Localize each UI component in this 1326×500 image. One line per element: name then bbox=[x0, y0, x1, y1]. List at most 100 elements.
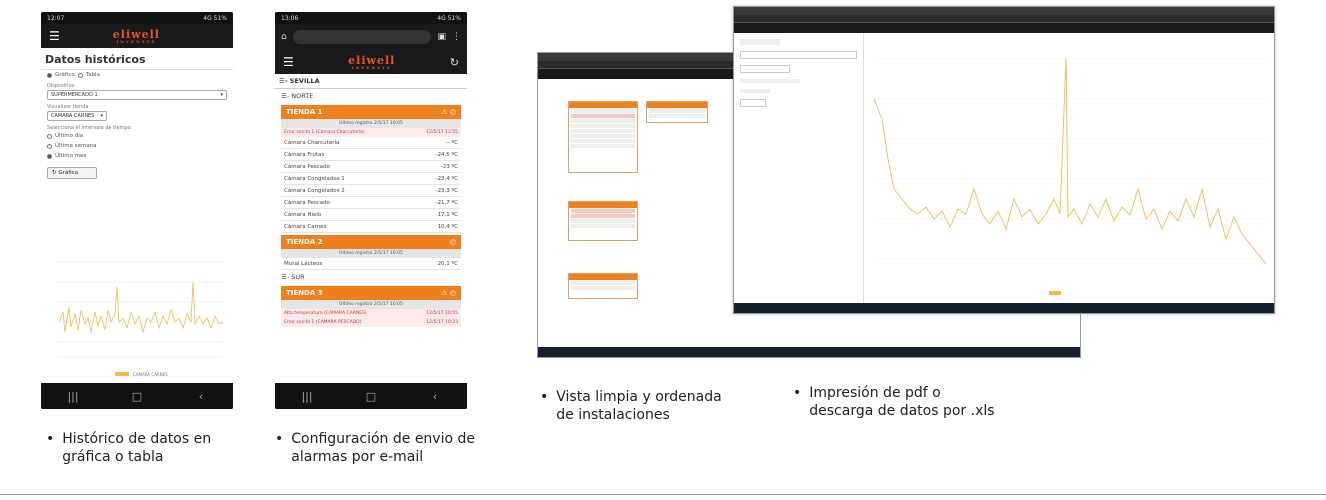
camera-row: Cámara Congelados 1 -23,4 ºC bbox=[281, 173, 461, 185]
caption-installations: • Vista limpia y ordenada de instalacion… bbox=[540, 388, 722, 424]
tile-alarm-line bbox=[571, 114, 635, 118]
clock-icon: ◴ bbox=[449, 238, 456, 246]
alarm-row: Alta temperatura (CAMARA CARNES) 12/5/17… bbox=[281, 309, 461, 318]
caption-export: • Impresión de pdf o descarga de datos p… bbox=[793, 384, 995, 420]
windows-taskbar bbox=[538, 347, 1080, 357]
store-header-2[interactable]: TIENDA 2 ◴ bbox=[281, 235, 461, 249]
probe-select[interactable] bbox=[740, 65, 790, 73]
store-last-record: Último registro 2/5/17 10:05 bbox=[281, 119, 461, 128]
installation-tile[interactable] bbox=[568, 273, 638, 299]
device-select-value: SUPERMERCADO 1 bbox=[51, 92, 98, 98]
bullet: • bbox=[540, 389, 549, 405]
tile-line bbox=[571, 219, 635, 223]
status-bar: 12:07 4G 51% bbox=[41, 12, 233, 24]
home-icon[interactable]: □ bbox=[356, 390, 386, 403]
chart-button[interactable]: ↻ Gráfico bbox=[47, 167, 97, 179]
eliwell-logo: eliwell INVENSYS bbox=[112, 27, 160, 44]
refresh-icon[interactable]: ↻ bbox=[450, 56, 459, 69]
installation-tile[interactable] bbox=[568, 101, 638, 173]
phone-alarms-screenshot: 13:06 4G 51% ⌂ ▣ ⋮ ☰ eliwell INVENSYS ↻ ☰… bbox=[275, 12, 467, 409]
radio-tabla[interactable] bbox=[77, 72, 83, 78]
home-icon[interactable]: ⌂ bbox=[281, 32, 287, 42]
interval-option-month[interactable]: Último mes bbox=[41, 151, 233, 161]
region-header: ☰- SEVILLA bbox=[275, 74, 467, 89]
device-select[interactable]: SUPERMERCADO 1 ▾ bbox=[47, 90, 227, 100]
chart-grid bbox=[874, 58, 1269, 260]
menu-icon[interactable]: ☰ bbox=[283, 55, 294, 69]
filter-line bbox=[740, 39, 780, 45]
status-signal: 4G 51% bbox=[437, 14, 461, 22]
menu-icon[interactable]: ☰ bbox=[49, 29, 60, 43]
caption-line: Histórico de datos en bbox=[62, 431, 212, 447]
chart-legend-swatch bbox=[115, 372, 129, 376]
url-field[interactable] bbox=[292, 30, 432, 44]
home-icon[interactable]: □ bbox=[122, 390, 152, 403]
device-select[interactable] bbox=[740, 51, 857, 59]
alarm-text: Error sonda 1 (Cámara Charcutería) bbox=[284, 130, 365, 135]
camera-value: 17,1 ºC bbox=[437, 211, 458, 218]
camera-row: Cámara Carnes 10,4 ºC bbox=[281, 221, 461, 233]
caption-alarms: • Configuración de envio de alarmas por … bbox=[275, 430, 475, 466]
camera-row: Cámara Frutas -24,5 ºC bbox=[281, 149, 461, 161]
tile-header bbox=[569, 274, 637, 280]
tile-alarm-line bbox=[571, 209, 635, 213]
radio-grafico[interactable] bbox=[47, 72, 52, 78]
alarm-text: Error sonda 1 (CAMARA PESCADO) bbox=[284, 320, 362, 325]
bottom-divider bbox=[0, 494, 1326, 495]
camera-value: 10,4 ºC bbox=[437, 223, 458, 230]
recent-apps-icon[interactable]: ||| bbox=[58, 390, 88, 403]
tabs-icon[interactable]: ▣ bbox=[437, 32, 446, 42]
camera-name: Cámara Pescado bbox=[284, 199, 330, 206]
caption-line: Configuración de envio de bbox=[291, 431, 475, 447]
bullet: • bbox=[46, 431, 55, 447]
refresh-icon: ↻ bbox=[52, 170, 57, 176]
radio-icon bbox=[47, 143, 52, 149]
chart-button-label: Gráfico bbox=[58, 170, 79, 176]
list-icon: ☰- bbox=[281, 92, 290, 100]
app-topbar: ☰ eliwell INVENSYS ↻ bbox=[275, 50, 467, 74]
camera-row: Cámara Pescado -23 ºC bbox=[281, 161, 461, 173]
tile-line bbox=[571, 124, 635, 128]
camera-name: Cámara Frutas bbox=[284, 151, 325, 158]
camera-row: Cámara Congelados 2 -23,3 ºC bbox=[281, 185, 461, 197]
bullet: • bbox=[793, 385, 802, 401]
zone-name: NORTE bbox=[291, 92, 314, 100]
phone-screen: ⌂ ▣ ⋮ ☰ eliwell INVENSYS ↻ ☰- SEVILLA ☰- … bbox=[275, 24, 467, 383]
store-last-record: Último registro 2/5/17 10:05 bbox=[281, 249, 461, 258]
interval-option-label: Último día bbox=[55, 133, 84, 139]
zone-header-south: ☰- SUR bbox=[275, 270, 467, 284]
installation-tile[interactable] bbox=[568, 201, 638, 241]
caption-line: Vista limpia y ordenada bbox=[556, 389, 722, 405]
recent-apps-icon[interactable]: ||| bbox=[292, 390, 322, 403]
camera-name: Cámara Carnes bbox=[284, 223, 327, 230]
caption-line: descarga de datos por .xls bbox=[809, 403, 995, 419]
store-name: TIENDA 2 bbox=[286, 238, 323, 246]
more-icon[interactable]: ⋮ bbox=[452, 32, 461, 42]
camera-value: -24,5 ºC bbox=[435, 151, 458, 158]
camera-row: Cámara Pescado -21,7 ºC bbox=[281, 197, 461, 209]
camera-value: -23,3 ºC bbox=[435, 187, 458, 194]
installation-tile[interactable] bbox=[646, 101, 708, 123]
caption-text: Vista limpia y ordenada de instalaciones bbox=[556, 388, 721, 424]
caption-text: Configuración de envio de alarmas por e-… bbox=[291, 430, 475, 466]
radio-tabla-label: Tabla bbox=[85, 72, 100, 78]
store-header-3[interactable]: TIENDA 3 ⚠ ◴ bbox=[281, 286, 461, 300]
interval-option-week[interactable]: Última semana bbox=[41, 141, 233, 151]
tile-header bbox=[569, 202, 637, 208]
store-header-1[interactable]: TIENDA 1 ⚠ ◴ bbox=[281, 105, 461, 119]
status-signal: 4G 51% bbox=[203, 14, 227, 22]
probe-select[interactable]: CAMARA CARNES ▾ bbox=[47, 111, 107, 121]
alarm-time: 12/5/17 10:23 bbox=[426, 320, 458, 325]
camera-name: Mural Lácteos bbox=[284, 260, 323, 267]
back-icon[interactable]: ‹ bbox=[186, 390, 216, 403]
interval-option-day[interactable]: Último día bbox=[41, 131, 233, 141]
generate-button[interactable] bbox=[740, 99, 766, 107]
app-topbar: ☰ eliwell INVENSYS bbox=[41, 24, 233, 48]
caption-line: Impresión de pdf o bbox=[809, 385, 941, 401]
camera-name: Cámara Congelados 1 bbox=[284, 175, 345, 182]
status-bar: 13:06 4G 51% bbox=[275, 12, 467, 24]
camera-value: 20,1 ºC bbox=[437, 260, 458, 267]
tile-header bbox=[569, 102, 637, 108]
store-last-record: Último registro 2/5/17 10:05 bbox=[281, 300, 461, 309]
back-icon[interactable]: ‹ bbox=[420, 390, 450, 403]
